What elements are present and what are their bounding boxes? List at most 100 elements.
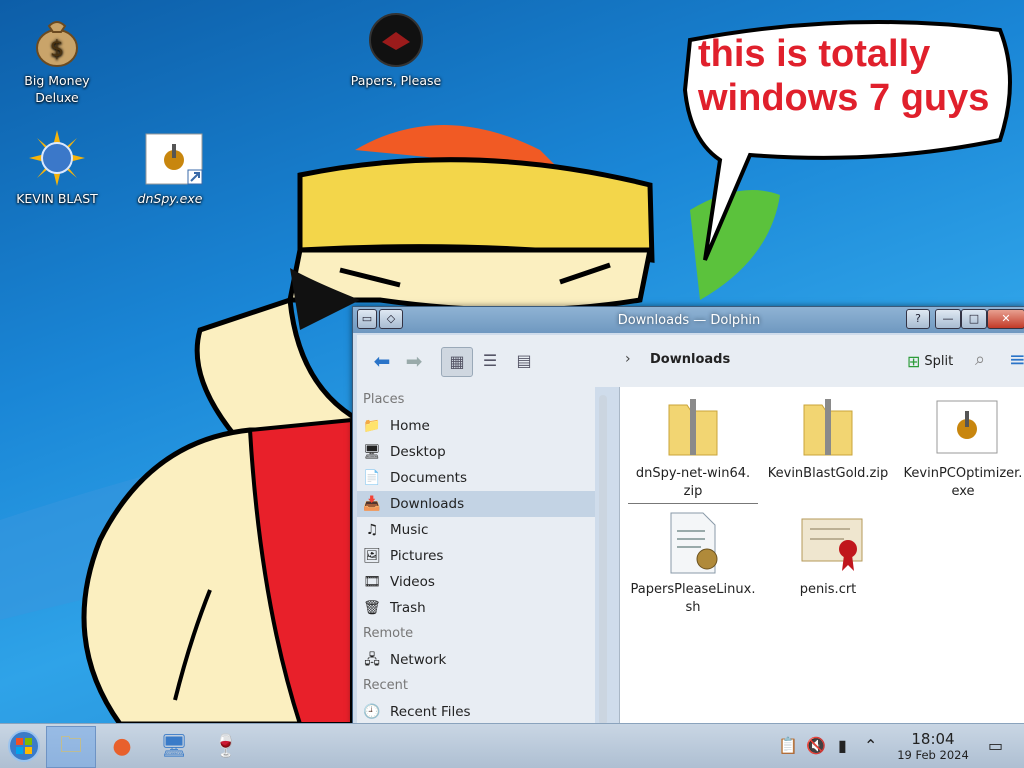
places-item-label: Downloads bbox=[390, 496, 465, 512]
certificate-icon bbox=[800, 511, 863, 575]
back-arrow-icon[interactable]: ⬅ bbox=[367, 347, 397, 375]
split-view-icon: ⊞ bbox=[907, 351, 921, 371]
breadcrumb[interactable]: Downloads bbox=[650, 352, 730, 367]
speech-bubble-line-1: this is totally bbox=[698, 33, 931, 75]
clock-date: 19 Feb 2024 bbox=[897, 748, 969, 762]
icons-view-icon[interactable]: ▦ bbox=[441, 347, 473, 377]
search-icon[interactable]: ⌕ bbox=[975, 349, 985, 370]
places-item-label: Home bbox=[390, 418, 430, 434]
money-bag-icon: $ bbox=[29, 12, 85, 68]
clock[interactable]: 18:04 19 Feb 2024 bbox=[888, 730, 978, 762]
close-button[interactable]: ✕ bbox=[987, 309, 1024, 329]
desktop-icon-big-money-deluxe[interactable]: $ Big Money Deluxe bbox=[2, 12, 112, 106]
file-name-line: PapersPleaseLinux. bbox=[630, 582, 756, 597]
file-name-line: exe bbox=[951, 484, 975, 499]
recent-section-header: Recent bbox=[363, 678, 408, 693]
places-item-label: Documents bbox=[390, 470, 467, 486]
maximize-button[interactable]: □ bbox=[961, 309, 987, 329]
downloads-folder-icon: 📥 bbox=[363, 496, 381, 512]
help-button[interactable]: ? bbox=[906, 309, 930, 329]
places-item-desktop[interactable]: 🖥 Desktop bbox=[357, 439, 595, 465]
file-item-dnspy-zip[interactable]: dnSpy-net-win64. zip bbox=[628, 395, 758, 504]
script-icon bbox=[665, 511, 721, 575]
taskbar-firefox[interactable]: ● bbox=[98, 726, 146, 766]
wine-glass-icon: 🍷 bbox=[212, 733, 240, 759]
taskbar-wine[interactable]: 🍷 bbox=[202, 726, 250, 766]
kevin-blast-icon bbox=[29, 130, 85, 186]
file-name: penis.crt bbox=[799, 582, 857, 597]
desktop-icon-label: Big Money bbox=[24, 73, 90, 88]
file-item-kevinblastgold-zip[interactable]: KevinBlastGold.zip bbox=[763, 395, 893, 483]
show-desktop-icon[interactable]: ▭ bbox=[988, 736, 1003, 755]
taskbar: 🗀 ● 🖥 🍷 📋 🔇 ▮ ⌃ 18:04 19 Feb 2024 ▭ bbox=[0, 723, 1024, 768]
music-icon: ♫ bbox=[365, 522, 379, 538]
desktop-icon-papers-please[interactable]: Papers, Please bbox=[341, 12, 451, 89]
removable-device-icon[interactable]: ▮ bbox=[838, 736, 847, 755]
file-name-line: zip bbox=[683, 484, 703, 499]
exe-shortcut-icon bbox=[142, 130, 203, 186]
places-item-pictures[interactable]: 🖼 Pictures bbox=[357, 543, 595, 569]
clipboard-icon[interactable]: 📋 bbox=[778, 736, 798, 755]
places-item-documents[interactable]: 📄 Documents bbox=[357, 465, 595, 491]
file-item-papersplease-sh[interactable]: PapersPleaseLinux. sh bbox=[628, 511, 758, 617]
places-item-label: Pictures bbox=[390, 548, 444, 564]
places-item-label: Videos bbox=[390, 574, 435, 590]
windows-orb-icon bbox=[8, 730, 40, 762]
papers-please-icon bbox=[368, 12, 424, 68]
file-name-line: KevinPCOptimizer. bbox=[903, 466, 1023, 481]
split-button-label: Split bbox=[924, 353, 954, 369]
volume-muted-icon[interactable]: 🔇 bbox=[806, 736, 826, 755]
forward-arrow-icon[interactable]: ➡ bbox=[399, 347, 429, 375]
chevron-up-icon[interactable]: ⌃ bbox=[864, 736, 877, 755]
places-item-label: Music bbox=[390, 522, 429, 538]
window-titlebar[interactable]: ▭ ◇ Downloads — Dolphin ? — □ ✕ bbox=[353, 307, 1024, 333]
taskbar-system-settings[interactable]: 🖥 bbox=[150, 726, 198, 766]
places-item-label: Desktop bbox=[390, 444, 446, 460]
places-item-music[interactable]: ♫ Music bbox=[357, 517, 595, 543]
taskbar-file-manager[interactable]: 🗀 bbox=[46, 726, 96, 768]
desktop-icon: 🖥 bbox=[363, 444, 381, 460]
videos-icon: 🎞 bbox=[363, 574, 381, 590]
documents-icon: 📄 bbox=[363, 470, 381, 486]
places-item-label: Recent Files bbox=[390, 704, 471, 720]
file-view: dnSpy-net-win64. zip KevinBlastGold.zip K… bbox=[619, 387, 1024, 725]
places-item-videos[interactable]: 🎞 Videos bbox=[357, 569, 595, 595]
desktop-icon-dnspy[interactable]: dnSpy.exe bbox=[115, 130, 225, 207]
file-item-kevinpcoptimizer-exe[interactable]: KevinPCOptimizer. exe bbox=[898, 395, 1024, 501]
file-name-line: sh bbox=[685, 600, 701, 615]
zip-icon bbox=[800, 395, 856, 459]
hamburger-menu-icon[interactable]: ≡ bbox=[1009, 347, 1024, 371]
start-menu-button[interactable] bbox=[0, 726, 48, 766]
file-item-penis-crt[interactable]: penis.crt bbox=[763, 511, 893, 599]
places-item-network[interactable]: 🖧 Network bbox=[357, 647, 595, 673]
zip-icon bbox=[665, 395, 721, 459]
speech-bubble-line-2: windows 7 guys bbox=[698, 77, 990, 119]
compact-view-icon[interactable]: ☰ bbox=[475, 347, 505, 375]
places-item-downloads[interactable]: 📥 Downloads bbox=[357, 491, 595, 517]
file-name: dnSpy-net-win64. zip bbox=[628, 465, 758, 504]
desktop-icon-label: KEVIN BLAST bbox=[16, 191, 98, 206]
details-view-icon[interactable]: ▤ bbox=[509, 347, 539, 375]
pictures-icon: 🖼 bbox=[363, 548, 381, 564]
chevron-right-icon: › bbox=[625, 351, 631, 367]
places-item-trash[interactable]: 🗑 Trash bbox=[357, 595, 595, 621]
places-panel: Places 📁 Home 🖥 Desktop 📄 Documents 📥 Downlo… bbox=[357, 387, 595, 725]
places-item-label: Network bbox=[390, 652, 447, 668]
file-name-line: dnSpy-net-win64. bbox=[635, 466, 751, 481]
remote-section-header: Remote bbox=[363, 626, 414, 641]
desktop-icon-kevin-blast[interactable]: KEVIN BLAST bbox=[2, 130, 112, 207]
folder-icon: 🗀 bbox=[59, 733, 82, 758]
network-icon: 🖧 bbox=[364, 652, 380, 668]
places-item-recent-files[interactable]: 🕘 Recent Files bbox=[357, 699, 595, 725]
minimize-button[interactable]: — bbox=[935, 309, 961, 329]
split-button[interactable]: ⊞ Split bbox=[907, 349, 953, 373]
exe-icon bbox=[935, 395, 998, 459]
dolphin-window: ▭ ◇ Downloads — Dolphin ? — □ ✕ ⬅ ➡ ▦ ☰ … bbox=[352, 306, 1024, 726]
settings-monitor-icon: 🖥 bbox=[160, 733, 188, 759]
home-folder-icon: 📁 bbox=[363, 418, 381, 434]
firefox-icon: ● bbox=[112, 733, 132, 759]
places-item-home[interactable]: 📁 Home bbox=[357, 413, 595, 439]
places-scrollbar[interactable] bbox=[599, 395, 607, 725]
places-item-label: Trash bbox=[390, 600, 426, 616]
desktop-icon-label: Deluxe bbox=[35, 90, 79, 105]
